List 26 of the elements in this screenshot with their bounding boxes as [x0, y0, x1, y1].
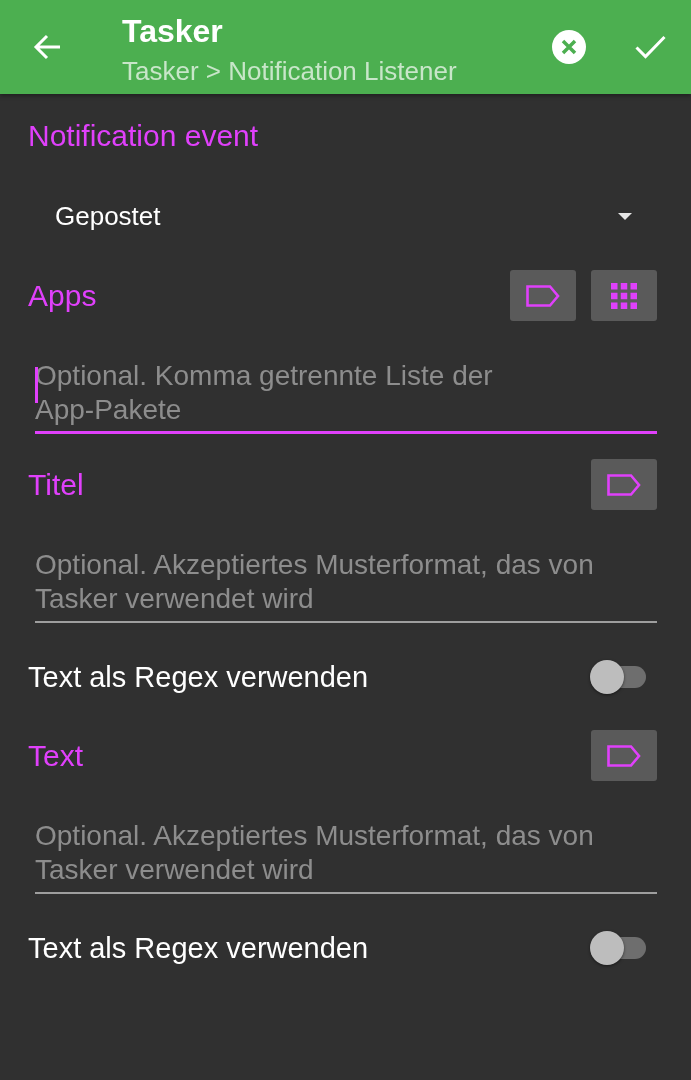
field-label: Text: [28, 737, 84, 774]
toggle-switch[interactable]: [590, 660, 646, 694]
back-arrow-icon: [33, 34, 61, 60]
field-label: Apps: [28, 277, 97, 314]
input-field[interactable]: Optional. Komma getrennte Liste der App-Pakete: [35, 357, 657, 434]
section-label: Notification event: [28, 118, 259, 154]
toolbar-title: Tasker: [122, 12, 224, 50]
grid-button[interactable]: [591, 270, 657, 321]
input-field[interactable]: Optional. Akzeptiertes Musterformat, das von Tasker verwendet wird: [35, 817, 657, 894]
tag-button[interactable]: [591, 459, 657, 510]
input-field[interactable]: Optional. Akzeptiertes Musterformat, das von Tasker verwendet wird: [35, 546, 657, 623]
tag-button[interactable]: [510, 270, 576, 321]
grid-icon: [611, 282, 637, 309]
tag-icon: [607, 744, 641, 767]
field-label: Titel: [28, 466, 84, 503]
toolbar-subtitle: Tasker > Notification Listener: [122, 56, 458, 86]
toggle-switch[interactable]: [590, 931, 646, 965]
tag-icon: [607, 473, 641, 496]
dropdown[interactable]: Gepostet: [28, 184, 657, 248]
switch-label: Text als Regex verwenden: [28, 660, 369, 694]
tag-button[interactable]: [591, 730, 657, 781]
switch-label: Text als Regex verwenden: [28, 931, 369, 965]
check-icon: [634, 35, 666, 59]
tag-icon: [526, 284, 560, 307]
caret-icon: [618, 212, 632, 220]
close-icon: [552, 30, 586, 64]
